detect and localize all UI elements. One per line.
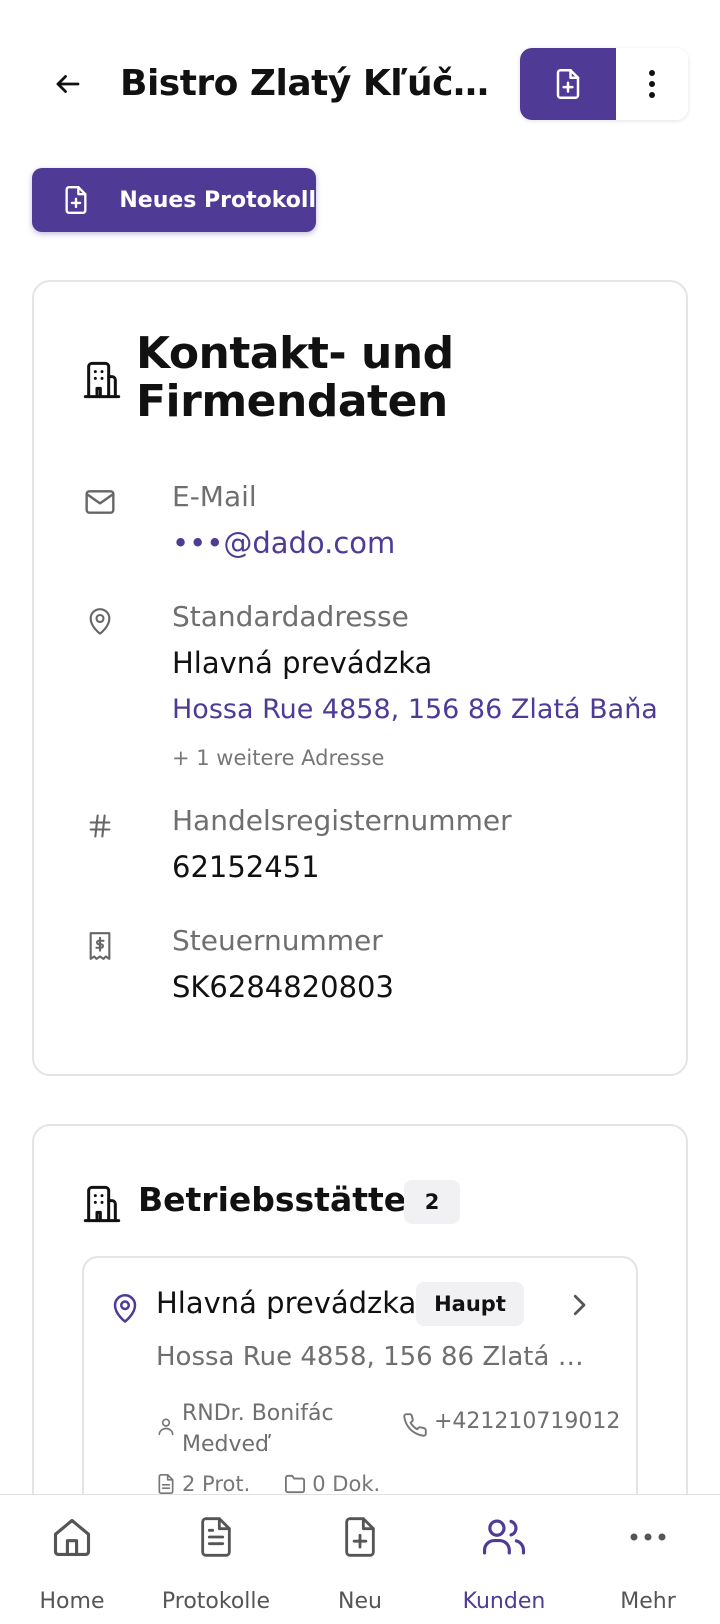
email-link[interactable]: •••@dado.com (172, 526, 395, 560)
app-header: Bistro Zlatý Kľúč s.r.o. (0, 0, 720, 160)
arrow-left-icon (56, 75, 80, 93)
registry-value: 62152451 (172, 850, 320, 884)
site-contact-person: RNDr. Bonifác Medveď (182, 1401, 334, 1457)
document-icon (158, 1474, 174, 1494)
site-protocols-label: 2 Prot. (182, 1472, 251, 1496)
file-plus-icon (556, 69, 580, 99)
more-addresses-link[interactable]: + 1 weitere Adresse (172, 746, 384, 770)
file-plus-icon (336, 1513, 384, 1561)
more-vertical-icon (649, 70, 655, 98)
nav-item-protocols[interactable]: Protokolle (144, 1495, 288, 1624)
header-actions (520, 48, 688, 120)
folder-icon (285, 1474, 306, 1494)
site-phone-link[interactable]: +421210719012 (434, 1409, 620, 1434)
site-protocols-count: 2 Prot. (156, 1472, 250, 1496)
receipt-icon (82, 928, 118, 964)
nav-label-customers: Kunden (462, 1589, 546, 1614)
nav-label-new: Neu (338, 1589, 382, 1614)
site-documents-count: 0 Dok. (284, 1472, 380, 1496)
main-site-badge: Haupt (416, 1282, 524, 1326)
tax-field: Steuernummer SK6284820803 (82, 924, 672, 1014)
tax-label: Steuernummer (172, 924, 383, 957)
building-icon (82, 360, 122, 400)
map-pin-icon (82, 604, 118, 640)
site-address: Hossa Rue 4858, 156 86 Zlatá Baňa (156, 1342, 600, 1372)
address-label: Standardadresse (172, 600, 409, 633)
more-horizontal-icon (624, 1513, 672, 1561)
more-options-button[interactable] (616, 48, 688, 120)
hash-icon (82, 808, 118, 844)
sites-card: Betriebsstätten 2 Hlavná prevádzka Haupt… (32, 1124, 688, 1544)
map-pin-icon (110, 1292, 140, 1326)
contact-card-title: Kontakt- und Firmendaten (136, 328, 454, 427)
nav-label-more: Mehr (620, 1589, 676, 1614)
site-documents-label: 0 Dok. (312, 1472, 381, 1496)
address-field: Standardadresse Hlavná prevádzka Hossa R… (82, 600, 672, 770)
users-icon (480, 1513, 528, 1561)
page-title: Bistro Zlatý Kľúč s.r.o. (120, 63, 498, 104)
nav-label-protocols: Protokolle (161, 1589, 271, 1614)
address-link[interactable]: Hossa Rue 4858, 156 86 Zlatá Baňa (172, 694, 658, 725)
new-protocol-header-button[interactable] (520, 48, 616, 120)
sites-title: Betriebsstätten (138, 1180, 430, 1219)
phone-icon (402, 1412, 428, 1438)
email-field: E-Mail •••@dado.com (82, 480, 672, 570)
bottom-navigation: Home Protokolle Neu Kunden Mehr (0, 1494, 720, 1624)
site-meta: 2 Prot. 0 Dok. (156, 1472, 380, 1496)
user-icon (156, 1416, 176, 1436)
mail-icon (82, 484, 118, 520)
site-name: Hlavná prevádzka (156, 1286, 417, 1320)
new-protocol-button[interactable]: Neues Protokoll (32, 168, 316, 232)
registry-field: Handelsregisternummer 62152451 (82, 804, 672, 894)
email-label: E-Mail (172, 480, 257, 513)
nav-item-new[interactable]: Neu (288, 1495, 432, 1624)
new-protocol-label: Neues Protokoll (119, 187, 316, 213)
address-name: Hlavná prevádzka (172, 646, 433, 680)
chevron-right-icon (564, 1290, 594, 1320)
nav-item-customers[interactable]: Kunden (432, 1495, 576, 1624)
document-icon (192, 1513, 240, 1561)
tax-value: SK6284820803 (172, 970, 394, 1004)
registry-label: Handelsregisternummer (172, 804, 512, 837)
home-icon (48, 1513, 96, 1561)
back-button[interactable] (44, 60, 92, 108)
contact-card: Kontakt- und Firmendaten E-Mail •••@dado… (32, 280, 688, 1076)
nav-item-more[interactable]: Mehr (576, 1495, 720, 1624)
nav-item-home[interactable]: Home (0, 1495, 144, 1624)
file-plus-icon (56, 180, 95, 220)
sites-count-badge: 2 (404, 1180, 460, 1224)
nav-label-home: Home (39, 1589, 105, 1614)
building-icon (82, 1184, 122, 1224)
